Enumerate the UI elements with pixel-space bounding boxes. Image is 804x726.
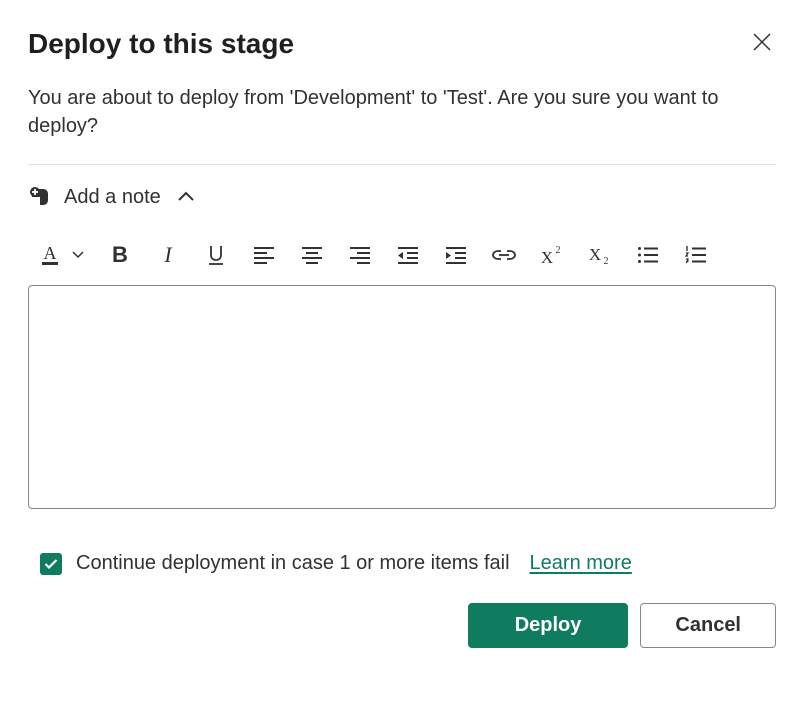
dialog-header: Deploy to this stage: [28, 28, 776, 60]
align-right-button[interactable]: [346, 241, 374, 269]
bulleted-list-icon: [637, 246, 659, 264]
indent-button[interactable]: [442, 241, 470, 269]
indent-icon: [445, 246, 467, 264]
note-editor[interactable]: [28, 285, 776, 509]
bold-icon: B: [112, 242, 128, 268]
divider: [28, 164, 776, 165]
cancel-button[interactable]: Cancel: [640, 603, 776, 648]
dialog-buttons: Deploy Cancel: [28, 603, 776, 648]
note-label: Add a note: [64, 186, 161, 209]
checkmark-icon: [44, 558, 58, 570]
font-color-group: A: [36, 241, 86, 269]
close-icon: [752, 32, 772, 52]
bold-button[interactable]: B: [106, 241, 134, 269]
align-left-button[interactable]: [250, 241, 278, 269]
align-center-button[interactable]: [298, 241, 326, 269]
superscript-button[interactable]: X 2: [538, 241, 566, 269]
collapse-note-button[interactable]: [173, 187, 199, 207]
svg-text:2: 2: [556, 245, 561, 256]
continue-on-fail-checkbox[interactable]: [40, 553, 62, 575]
chevron-up-icon: [177, 191, 195, 203]
note-icon: [28, 185, 52, 209]
align-center-icon: [301, 246, 323, 264]
svg-text:A: A: [44, 244, 57, 263]
editor-toolbar: A B I: [28, 233, 776, 285]
subscript-button[interactable]: X 2: [586, 241, 614, 269]
link-icon: [492, 248, 516, 262]
deploy-button[interactable]: Deploy: [468, 603, 629, 648]
numbered-list-icon: [685, 246, 707, 264]
note-section-header: Add a note: [28, 185, 776, 209]
italic-button[interactable]: I: [154, 241, 182, 269]
font-color-button[interactable]: A: [36, 241, 64, 269]
continue-on-fail-label: Continue deployment in case 1 or more it…: [76, 552, 510, 575]
italic-icon: I: [164, 242, 171, 268]
bulleted-list-button[interactable]: [634, 241, 662, 269]
outdent-icon: [397, 246, 419, 264]
chevron-down-icon: [72, 251, 84, 259]
superscript-icon: X 2: [540, 245, 564, 265]
svg-text:X: X: [589, 245, 601, 264]
learn-more-link[interactable]: Learn more: [530, 552, 632, 575]
link-button[interactable]: [490, 241, 518, 269]
font-color-icon: A: [40, 244, 60, 266]
svg-text:2: 2: [604, 256, 609, 265]
numbered-list-button[interactable]: [682, 241, 710, 269]
dialog-title: Deploy to this stage: [28, 28, 294, 60]
svg-text:X: X: [541, 248, 553, 265]
font-color-dropdown-button[interactable]: [70, 241, 86, 269]
align-right-icon: [349, 246, 371, 264]
close-button[interactable]: [748, 28, 776, 56]
align-left-icon: [253, 246, 275, 264]
underline-icon: [206, 244, 226, 266]
underline-button[interactable]: [202, 241, 230, 269]
continue-on-fail-row: Continue deployment in case 1 or more it…: [40, 552, 776, 575]
subscript-icon: X 2: [588, 245, 612, 265]
outdent-button[interactable]: [394, 241, 422, 269]
dialog-description: You are about to deploy from 'Developmen…: [28, 84, 776, 140]
